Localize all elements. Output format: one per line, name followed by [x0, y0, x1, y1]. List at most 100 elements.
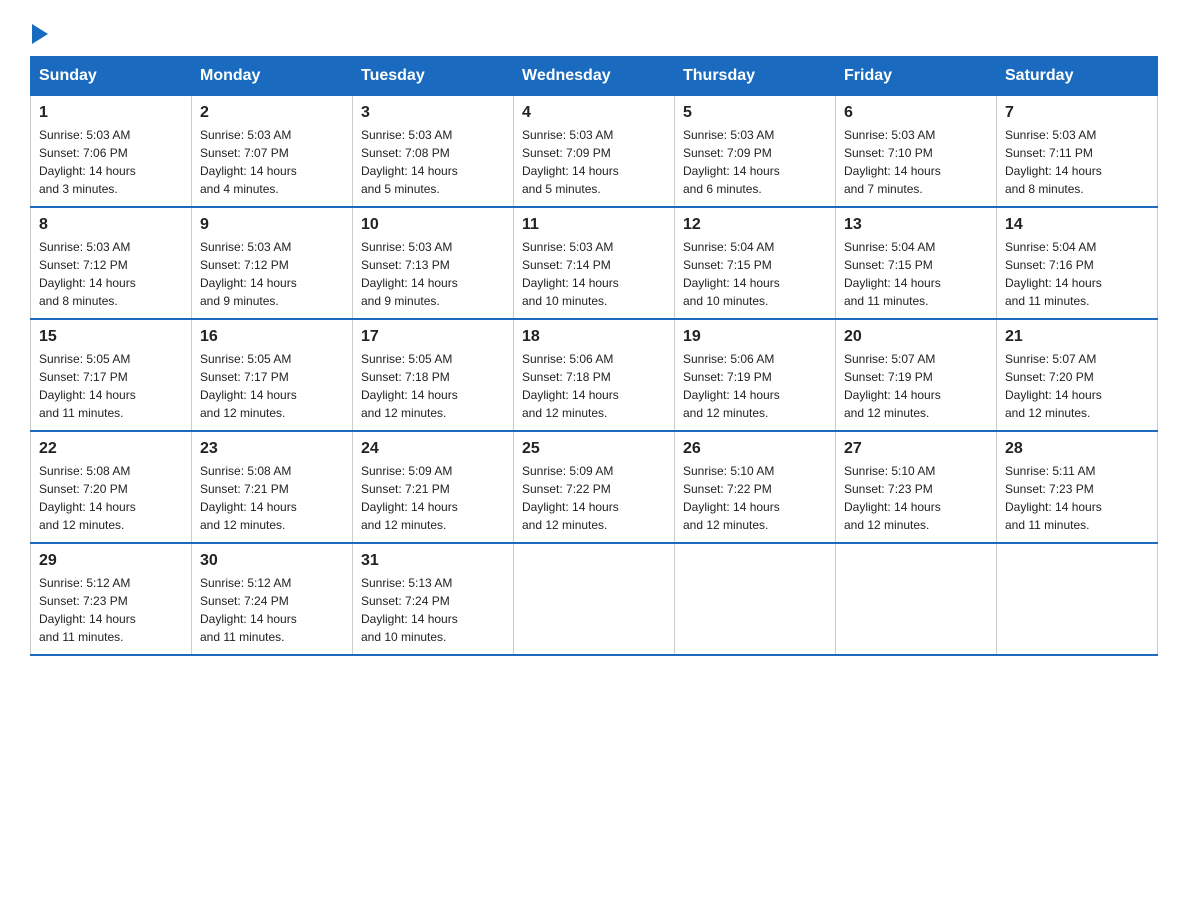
day-info: Sunrise: 5:07 AM Sunset: 7:19 PM Dayligh… — [844, 350, 988, 422]
calendar-cell: 23 Sunrise: 5:08 AM Sunset: 7:21 PM Dayl… — [192, 431, 353, 543]
day-info: Sunrise: 5:05 AM Sunset: 7:18 PM Dayligh… — [361, 350, 505, 422]
calendar-cell: 13 Sunrise: 5:04 AM Sunset: 7:15 PM Dayl… — [836, 207, 997, 319]
day-info: Sunrise: 5:04 AM Sunset: 7:15 PM Dayligh… — [683, 238, 827, 310]
day-info: Sunrise: 5:03 AM Sunset: 7:07 PM Dayligh… — [200, 126, 344, 198]
day-info: Sunrise: 5:03 AM Sunset: 7:06 PM Dayligh… — [39, 126, 183, 198]
calendar-cell: 20 Sunrise: 5:07 AM Sunset: 7:19 PM Dayl… — [836, 319, 997, 431]
day-info: Sunrise: 5:04 AM Sunset: 7:15 PM Dayligh… — [844, 238, 988, 310]
day-info: Sunrise: 5:13 AM Sunset: 7:24 PM Dayligh… — [361, 574, 505, 646]
day-number: 28 — [1005, 440, 1149, 458]
day-info: Sunrise: 5:03 AM Sunset: 7:12 PM Dayligh… — [39, 238, 183, 310]
calendar-header-row: SundayMondayTuesdayWednesdayThursdayFrid… — [31, 57, 1158, 96]
day-info: Sunrise: 5:03 AM Sunset: 7:12 PM Dayligh… — [200, 238, 344, 310]
day-number: 3 — [361, 104, 505, 122]
day-info: Sunrise: 5:05 AM Sunset: 7:17 PM Dayligh… — [200, 350, 344, 422]
calendar-cell: 4 Sunrise: 5:03 AM Sunset: 7:09 PM Dayli… — [514, 96, 675, 208]
calendar-table: SundayMondayTuesdayWednesdayThursdayFrid… — [30, 56, 1158, 656]
day-number: 30 — [200, 552, 344, 570]
calendar-cell: 1 Sunrise: 5:03 AM Sunset: 7:06 PM Dayli… — [31, 96, 192, 208]
day-info: Sunrise: 5:08 AM Sunset: 7:21 PM Dayligh… — [200, 462, 344, 534]
calendar-cell: 17 Sunrise: 5:05 AM Sunset: 7:18 PM Dayl… — [353, 319, 514, 431]
calendar-cell: 24 Sunrise: 5:09 AM Sunset: 7:21 PM Dayl… — [353, 431, 514, 543]
header-friday: Friday — [836, 57, 997, 96]
calendar-cell: 28 Sunrise: 5:11 AM Sunset: 7:23 PM Dayl… — [997, 431, 1158, 543]
calendar-cell: 25 Sunrise: 5:09 AM Sunset: 7:22 PM Dayl… — [514, 431, 675, 543]
calendar-week-row: 8 Sunrise: 5:03 AM Sunset: 7:12 PM Dayli… — [31, 207, 1158, 319]
calendar-cell — [836, 543, 997, 655]
calendar-cell: 8 Sunrise: 5:03 AM Sunset: 7:12 PM Dayli… — [31, 207, 192, 319]
day-number: 21 — [1005, 328, 1149, 346]
day-info: Sunrise: 5:03 AM Sunset: 7:14 PM Dayligh… — [522, 238, 666, 310]
calendar-cell: 30 Sunrise: 5:12 AM Sunset: 7:24 PM Dayl… — [192, 543, 353, 655]
calendar-cell: 31 Sunrise: 5:13 AM Sunset: 7:24 PM Dayl… — [353, 543, 514, 655]
calendar-cell: 3 Sunrise: 5:03 AM Sunset: 7:08 PM Dayli… — [353, 96, 514, 208]
calendar-cell — [997, 543, 1158, 655]
day-number: 23 — [200, 440, 344, 458]
calendar-cell: 14 Sunrise: 5:04 AM Sunset: 7:16 PM Dayl… — [997, 207, 1158, 319]
calendar-cell: 12 Sunrise: 5:04 AM Sunset: 7:15 PM Dayl… — [675, 207, 836, 319]
day-number: 24 — [361, 440, 505, 458]
calendar-cell: 22 Sunrise: 5:08 AM Sunset: 7:20 PM Dayl… — [31, 431, 192, 543]
day-info: Sunrise: 5:03 AM Sunset: 7:08 PM Dayligh… — [361, 126, 505, 198]
calendar-cell: 5 Sunrise: 5:03 AM Sunset: 7:09 PM Dayli… — [675, 96, 836, 208]
day-number: 15 — [39, 328, 183, 346]
day-info: Sunrise: 5:09 AM Sunset: 7:21 PM Dayligh… — [361, 462, 505, 534]
page-header — [30, 20, 1158, 40]
day-info: Sunrise: 5:06 AM Sunset: 7:19 PM Dayligh… — [683, 350, 827, 422]
day-info: Sunrise: 5:03 AM Sunset: 7:13 PM Dayligh… — [361, 238, 505, 310]
day-info: Sunrise: 5:05 AM Sunset: 7:17 PM Dayligh… — [39, 350, 183, 422]
calendar-cell: 7 Sunrise: 5:03 AM Sunset: 7:11 PM Dayli… — [997, 96, 1158, 208]
day-info: Sunrise: 5:12 AM Sunset: 7:24 PM Dayligh… — [200, 574, 344, 646]
day-number: 7 — [1005, 104, 1149, 122]
calendar-cell: 16 Sunrise: 5:05 AM Sunset: 7:17 PM Dayl… — [192, 319, 353, 431]
day-info: Sunrise: 5:11 AM Sunset: 7:23 PM Dayligh… — [1005, 462, 1149, 534]
day-info: Sunrise: 5:04 AM Sunset: 7:16 PM Dayligh… — [1005, 238, 1149, 310]
header-monday: Monday — [192, 57, 353, 96]
calendar-cell — [675, 543, 836, 655]
calendar-cell: 29 Sunrise: 5:12 AM Sunset: 7:23 PM Dayl… — [31, 543, 192, 655]
day-number: 14 — [1005, 216, 1149, 234]
day-number: 18 — [522, 328, 666, 346]
day-number: 8 — [39, 216, 183, 234]
day-info: Sunrise: 5:08 AM Sunset: 7:20 PM Dayligh… — [39, 462, 183, 534]
day-info: Sunrise: 5:03 AM Sunset: 7:09 PM Dayligh… — [522, 126, 666, 198]
calendar-cell: 15 Sunrise: 5:05 AM Sunset: 7:17 PM Dayl… — [31, 319, 192, 431]
header-sunday: Sunday — [31, 57, 192, 96]
day-number: 19 — [683, 328, 827, 346]
calendar-cell — [514, 543, 675, 655]
day-number: 29 — [39, 552, 183, 570]
calendar-cell: 6 Sunrise: 5:03 AM Sunset: 7:10 PM Dayli… — [836, 96, 997, 208]
calendar-week-row: 22 Sunrise: 5:08 AM Sunset: 7:20 PM Dayl… — [31, 431, 1158, 543]
calendar-week-row: 15 Sunrise: 5:05 AM Sunset: 7:17 PM Dayl… — [31, 319, 1158, 431]
calendar-cell: 18 Sunrise: 5:06 AM Sunset: 7:18 PM Dayl… — [514, 319, 675, 431]
day-number: 22 — [39, 440, 183, 458]
day-info: Sunrise: 5:03 AM Sunset: 7:10 PM Dayligh… — [844, 126, 988, 198]
day-number: 20 — [844, 328, 988, 346]
day-info: Sunrise: 5:03 AM Sunset: 7:09 PM Dayligh… — [683, 126, 827, 198]
header-saturday: Saturday — [997, 57, 1158, 96]
day-info: Sunrise: 5:10 AM Sunset: 7:22 PM Dayligh… — [683, 462, 827, 534]
logo — [30, 20, 48, 40]
day-number: 26 — [683, 440, 827, 458]
day-number: 27 — [844, 440, 988, 458]
calendar-cell: 26 Sunrise: 5:10 AM Sunset: 7:22 PM Dayl… — [675, 431, 836, 543]
day-number: 4 — [522, 104, 666, 122]
day-info: Sunrise: 5:06 AM Sunset: 7:18 PM Dayligh… — [522, 350, 666, 422]
calendar-cell: 19 Sunrise: 5:06 AM Sunset: 7:19 PM Dayl… — [675, 319, 836, 431]
header-tuesday: Tuesday — [353, 57, 514, 96]
calendar-cell: 11 Sunrise: 5:03 AM Sunset: 7:14 PM Dayl… — [514, 207, 675, 319]
logo-arrow-icon — [32, 24, 48, 44]
day-number: 9 — [200, 216, 344, 234]
calendar-cell: 9 Sunrise: 5:03 AM Sunset: 7:12 PM Dayli… — [192, 207, 353, 319]
day-info: Sunrise: 5:12 AM Sunset: 7:23 PM Dayligh… — [39, 574, 183, 646]
day-number: 2 — [200, 104, 344, 122]
day-number: 10 — [361, 216, 505, 234]
day-number: 12 — [683, 216, 827, 234]
header-wednesday: Wednesday — [514, 57, 675, 96]
day-number: 25 — [522, 440, 666, 458]
day-number: 5 — [683, 104, 827, 122]
day-number: 1 — [39, 104, 183, 122]
calendar-week-row: 29 Sunrise: 5:12 AM Sunset: 7:23 PM Dayl… — [31, 543, 1158, 655]
calendar-cell: 21 Sunrise: 5:07 AM Sunset: 7:20 PM Dayl… — [997, 319, 1158, 431]
header-thursday: Thursday — [675, 57, 836, 96]
